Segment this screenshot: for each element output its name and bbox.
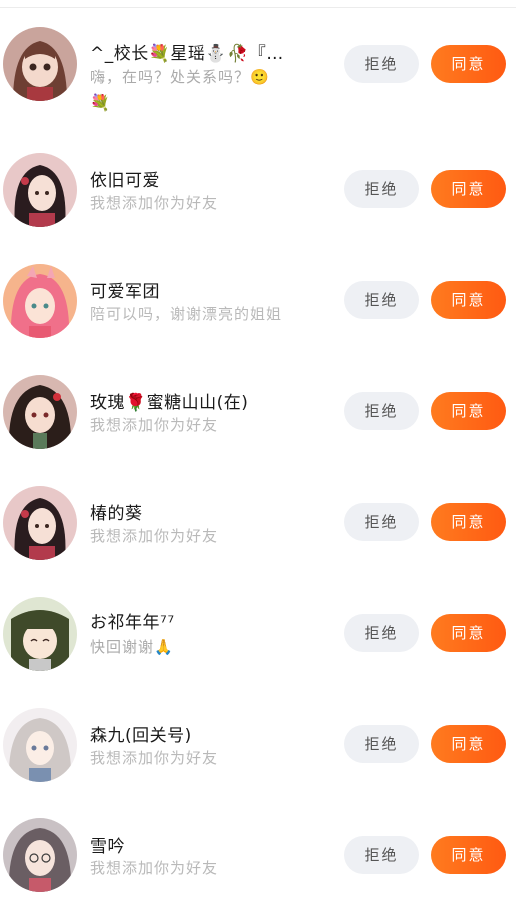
reject-button[interactable]: 拒绝 bbox=[344, 725, 419, 763]
request-message: 我想添加你为好友 bbox=[90, 416, 219, 434]
request-message: 快回谢谢🙏 bbox=[90, 638, 174, 656]
avatar[interactable] bbox=[3, 153, 77, 227]
accept-button[interactable]: 同意 bbox=[431, 836, 506, 874]
friend-request-row: ^_校长💐星瑶⛄🥀『… 嗨，在吗？处关系吗？🙂 💐 拒绝 同意 bbox=[0, 10, 516, 121]
request-message: 嗨，在吗？处关系吗？🙂 bbox=[90, 68, 270, 86]
reject-button[interactable]: 拒绝 bbox=[344, 281, 419, 319]
requester-name: 可爱军团 bbox=[90, 282, 160, 302]
reject-button[interactable]: 拒绝 bbox=[344, 614, 419, 652]
avatar[interactable] bbox=[3, 597, 77, 671]
requester-name: 雪吟 bbox=[90, 837, 125, 857]
reject-button[interactable]: 拒绝 bbox=[344, 170, 419, 208]
reject-button[interactable]: 拒绝 bbox=[344, 392, 419, 430]
friend-request-row: お祁年年⁷⁷ 快回谢谢🙏 拒绝 同意 bbox=[0, 578, 516, 689]
avatar[interactable] bbox=[3, 818, 77, 892]
top-divider bbox=[0, 7, 516, 8]
request-message: 我想添加你为好友 bbox=[90, 527, 219, 545]
friend-request-row: 椿的葵 我想添加你为好友 拒绝 同意 bbox=[0, 467, 516, 578]
friend-request-row: 依旧可爱 我想添加你为好友 拒绝 同意 bbox=[0, 134, 516, 245]
accept-button[interactable]: 同意 bbox=[431, 725, 506, 763]
requester-name: 森九(回关号) bbox=[90, 726, 192, 746]
request-message: 陪可以吗，谢谢漂亮的姐姐 bbox=[90, 305, 283, 323]
friend-request-row: 森九(回关号) 我想添加你为好友 拒绝 同意 bbox=[0, 689, 516, 800]
request-message: 我想添加你为好友 bbox=[90, 194, 219, 212]
reject-button[interactable]: 拒绝 bbox=[344, 836, 419, 874]
accept-button[interactable]: 同意 bbox=[431, 392, 506, 430]
avatar[interactable] bbox=[3, 27, 77, 101]
accept-button[interactable]: 同意 bbox=[431, 614, 506, 652]
reject-button[interactable]: 拒绝 bbox=[344, 503, 419, 541]
request-message: 我想添加你为好友 bbox=[90, 859, 219, 877]
accept-button[interactable]: 同意 bbox=[431, 45, 506, 83]
friend-request-row: 雪吟 我想添加你为好友 拒绝 同意 bbox=[0, 800, 516, 911]
avatar[interactable] bbox=[3, 486, 77, 560]
avatar[interactable] bbox=[3, 708, 77, 782]
accept-button[interactable]: 同意 bbox=[431, 503, 506, 541]
accept-button[interactable]: 同意 bbox=[431, 170, 506, 208]
avatar[interactable] bbox=[3, 375, 77, 449]
requester-name: ^_校长💐星瑶⛄🥀『… bbox=[90, 44, 284, 64]
accept-button[interactable]: 同意 bbox=[431, 281, 506, 319]
requester-name: 玫瑰🌹蜜糖山山(在) bbox=[90, 393, 249, 413]
request-message-extra: 💐 bbox=[90, 93, 110, 112]
friend-request-row: 可爱军团 陪可以吗，谢谢漂亮的姐姐 拒绝 同意 bbox=[0, 245, 516, 356]
friend-request-row: 玫瑰🌹蜜糖山山(在) 我想添加你为好友 拒绝 同意 bbox=[0, 356, 516, 467]
reject-button[interactable]: 拒绝 bbox=[344, 45, 419, 83]
requester-name: 椿的葵 bbox=[90, 504, 143, 524]
request-message: 我想添加你为好友 bbox=[90, 749, 219, 767]
requester-name: お祁年年⁷⁷ bbox=[90, 613, 175, 633]
requester-name: 依旧可爱 bbox=[90, 171, 160, 191]
avatar[interactable] bbox=[3, 264, 77, 338]
